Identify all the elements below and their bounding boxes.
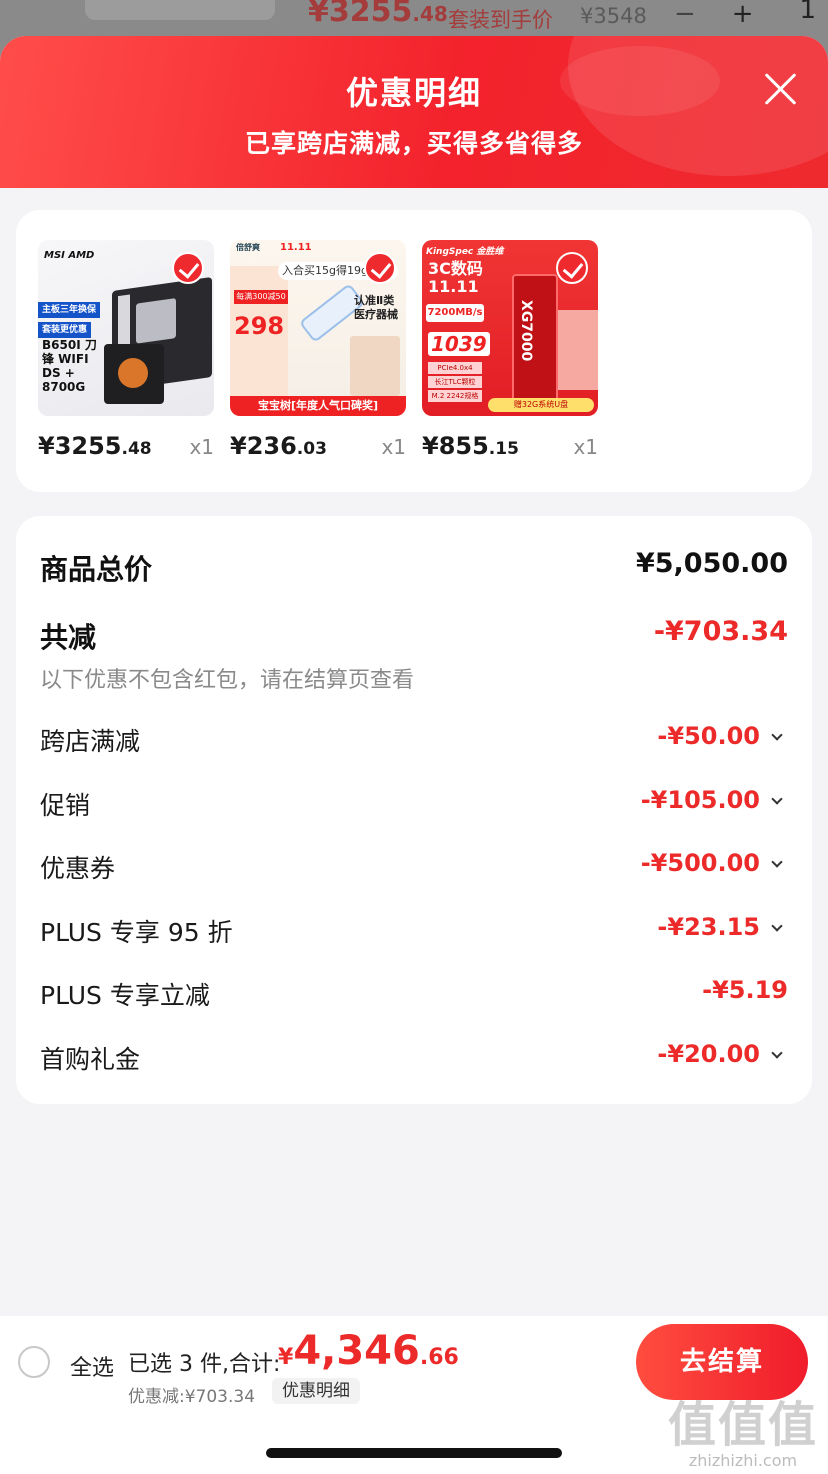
product-claim: 认准Ⅱ类 医疗器械 [354,294,398,321]
total-price-label: 商品总价 [40,553,153,586]
checked-icon[interactable] [364,252,396,284]
product-price-row: ¥236.03 x1 [230,432,406,464]
discount-label: PLUS 专享立减 [40,981,210,1010]
price-summary-card: 商品总价 ¥5,050.00 共减 -¥703.34 以下优惠不包含红包，请在结… [16,516,812,1104]
discount-row-plus-95[interactable]: PLUS 专享 95 折 -¥23.15 [40,913,788,953]
promo-price: 298 [234,312,285,340]
product-award: 宝宝树[年度人气口碑奖] [230,396,406,416]
discount-value: -¥105.00 [640,786,760,814]
discount-label: PLUS 专享 95 折 [40,918,233,947]
sheet-title: 优惠明细 [345,74,482,112]
minus-icon: − [674,0,696,29]
product-brand: MSI AMD [44,250,95,261]
chevron-down-icon [772,861,782,871]
watermark-logo: 值值值 [667,1397,818,1453]
product-speed: 7200MB/s [426,304,484,322]
product-item[interactable]: MSI AMD 主板三年换保 套装更优惠 B650I 刀锋 WIFI DS + … [38,240,214,464]
saved-amount: 优惠减:¥703.34 [128,1387,256,1407]
chevron-down-icon [772,734,782,744]
select-all-radio[interactable] [18,1346,50,1378]
chevron-down-icon [772,1052,782,1062]
total-reduction-label: 共减 [40,621,97,654]
close-icon[interactable] [762,70,798,106]
product-quantity: x1 [189,435,214,459]
quantity-value: 1 [799,0,816,25]
discount-label: 首购礼金 [40,1045,141,1074]
product-item[interactable]: 倍舒爽 11.11 入合买15g得19g 每满300减50 298 认准Ⅱ类 医… [230,240,406,464]
product-thumbnails [350,336,400,396]
sheet-subtitle: 已享跨店满减，买得多省得多 [244,129,583,158]
total-price-value: ¥5,050.00 [635,548,788,579]
background-quantity-stepper: − 1 + [666,0,816,36]
promo-price: 1039 [428,332,490,356]
product-tag: 主板三年换保 [38,302,101,318]
product-brand: 倍舒爽 [236,243,260,252]
product-price-row: ¥3255.48 x1 [38,432,214,464]
chevron-down-icon [772,925,782,935]
chevron-down-icon [772,798,782,808]
promo-date: 11.11 [280,242,312,253]
product-quantity: x1 [381,435,406,459]
total-price-row: 商品总价 ¥5,050.00 [40,548,788,588]
order-total: ¥4,346.66 [278,1328,459,1374]
product-price: ¥3255.48 [38,432,152,460]
product-item[interactable]: KingSpec 金胜维 3C数码 11.11 7200MB/s 1039 PC… [422,240,598,464]
product-model: B650I 刀锋 WIFI DS + 8700G [42,338,97,394]
product-spec: M.2 2242规格 [428,390,482,402]
product-spec: PCIe4.0x4 [428,362,482,374]
discount-row-promotion[interactable]: 促销 -¥105.00 [40,786,788,826]
sheet-header: 优惠明细 已享跨店满减，买得多省得多 [0,36,828,188]
selected-count-label: 已选 3 件,合计: [128,1352,281,1377]
discount-label: 跨店满减 [40,727,141,756]
discount-value: -¥5.19 [702,976,788,1004]
discount-detail-sheet: 优惠明细 已享跨店满减，买得多省得多 MSI AMD 主板三年换保 套装更优惠 … [0,36,828,1474]
background-price-tag: 套装到手价 [448,8,553,32]
discount-label: 优惠券 [40,854,116,883]
product-image: KingSpec 金胜维 3C数码 11.11 7200MB/s 1039 PC… [422,240,598,416]
discount-row-first-purchase[interactable]: 首购礼金 -¥20.00 [40,1040,788,1080]
checked-icon[interactable] [556,252,588,284]
select-all-label[interactable]: 全选 [70,1350,114,1382]
product-spec: 长江TLC颗粒 [428,376,482,388]
total-reduction-value: -¥703.34 [653,616,788,647]
discount-row-cross-store[interactable]: 跨店满减 -¥50.00 [40,722,788,762]
discount-label: 促销 [40,791,91,820]
product-image: 倍舒爽 11.11 入合买15g得19g 每满300减50 298 认准Ⅱ类 医… [230,240,406,416]
background-graphic [558,310,598,390]
cpu-box-graphic [104,344,164,404]
checked-icon[interactable] [172,252,204,284]
discount-value: -¥500.00 [640,849,760,877]
product-image: MSI AMD 主板三年换保 套装更优惠 B650I 刀锋 WIFI DS + … [38,240,214,416]
promo-panel [230,266,288,416]
background-price: ¥3255.48 [308,0,448,29]
home-indicator[interactable] [266,1448,562,1458]
discount-row-coupon[interactable]: 优惠券 -¥500.00 [40,849,788,889]
ssd-model: XG7000 [518,300,534,362]
product-price: ¥855.15 [422,432,519,460]
discount-detail-button[interactable]: 优惠明细 [272,1378,360,1404]
selected-products-card: MSI AMD 主板三年换保 套装更优惠 B650I 刀锋 WIFI DS + … [16,210,812,492]
watermark: 值值值 zhizhizhi.com [668,1385,818,1470]
product-tag: 套装更优惠 [38,322,92,338]
background-original-price: ¥3548 [580,4,647,28]
watermark-site: zhizhizhi.com [688,1451,798,1470]
gift-tag: 赠32G系统U盘 [488,398,594,412]
promo-title: 3C数码 11.11 [428,259,483,296]
product-brand: KingSpec 金胜维 [426,247,504,257]
promo-label: 每满300减50 [234,290,288,304]
discount-value: -¥20.00 [657,1040,760,1068]
discount-value: -¥50.00 [657,722,760,750]
discount-value: -¥23.15 [657,913,760,941]
plus-icon: + [731,0,754,29]
product-price: ¥236.03 [230,432,327,460]
background-thumbnail [85,0,275,20]
reduction-note: 以下优惠不包含红包，请在结算页查看 [40,668,415,693]
product-price-row: ¥855.15 x1 [422,432,598,464]
product-quantity: x1 [573,435,598,459]
total-reduction-row: 共减 -¥703.34 [40,616,788,656]
discount-row-plus-instant: PLUS 专享立减 -¥5.19 [40,976,788,1016]
